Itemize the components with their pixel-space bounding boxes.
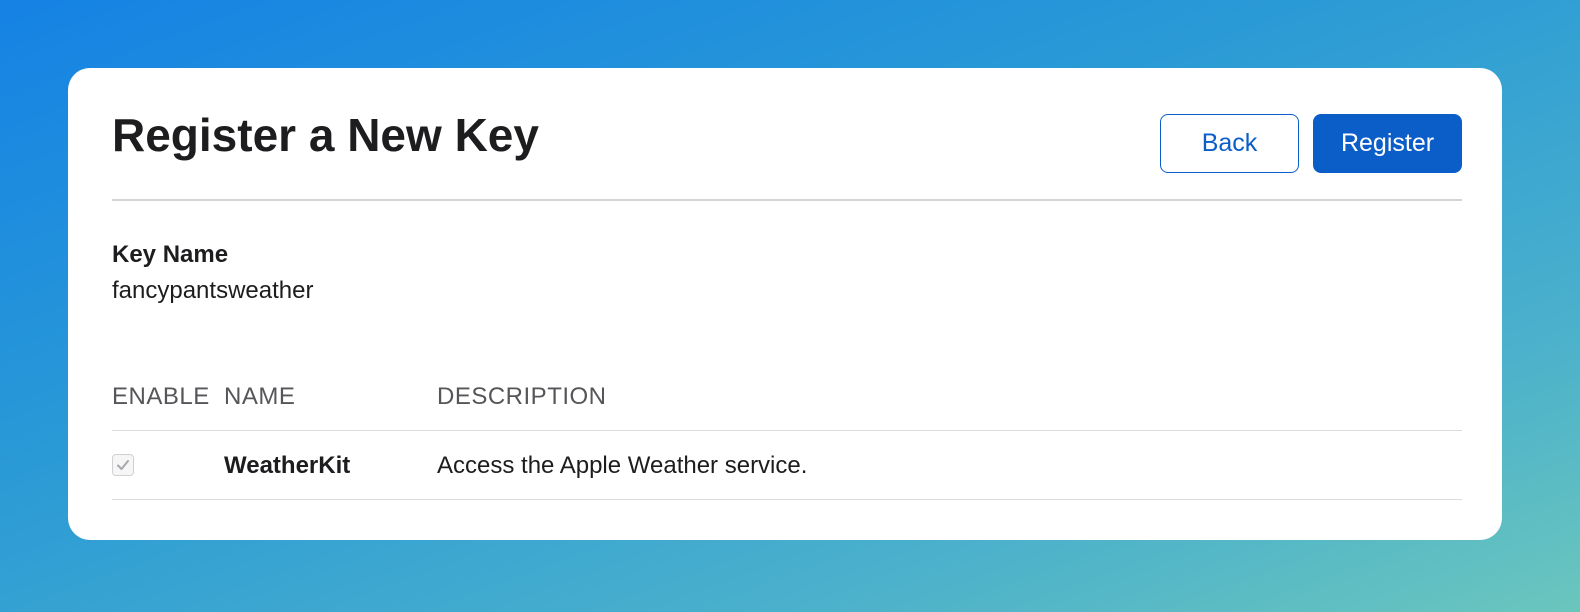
column-header-enable: ENABLE (112, 383, 210, 410)
enable-checkbox[interactable] (112, 454, 134, 476)
column-header-name: NAME (224, 383, 296, 410)
table-row-divider (112, 499, 1462, 500)
key-name-label: Key Name (112, 241, 229, 268)
checkmark-icon (117, 460, 129, 470)
service-name: WeatherKit (224, 452, 351, 479)
table-row-divider (112, 430, 1462, 431)
back-button[interactable]: Back (1160, 114, 1299, 173)
page-title: Register a New Key (112, 109, 539, 161)
key-name-value: fancypantsweather (112, 277, 314, 304)
register-button[interactable]: Register (1313, 114, 1462, 173)
header-divider (112, 199, 1462, 201)
register-key-card: Register a New Key Back Register Key Nam… (68, 68, 1502, 540)
service-description: Access the Apple Weather service. (437, 452, 808, 479)
column-header-description: DESCRIPTION (437, 383, 607, 410)
